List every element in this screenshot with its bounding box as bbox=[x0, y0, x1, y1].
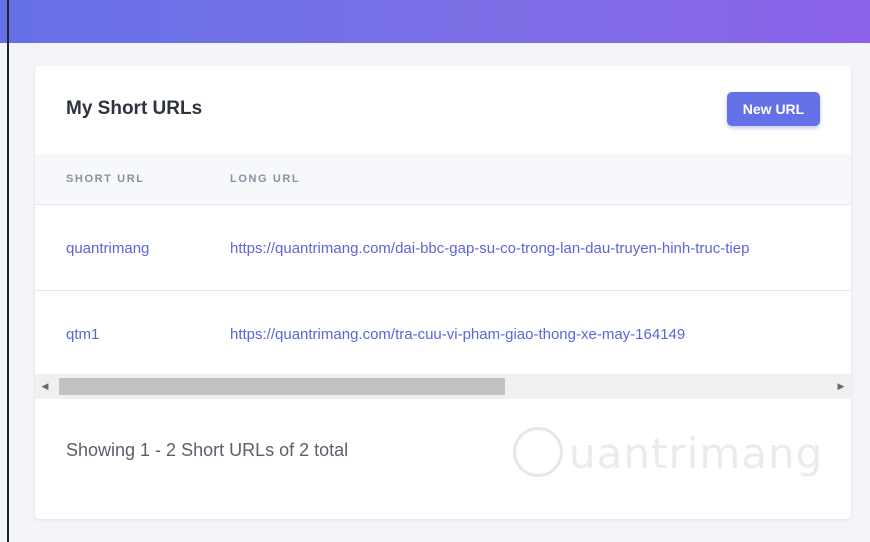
window-edge bbox=[7, 0, 9, 542]
card-header: My Short URLs New URL bbox=[35, 66, 851, 155]
watermark-logo: uantrimang bbox=[513, 421, 843, 491]
scrollbar-thumb[interactable] bbox=[59, 378, 505, 395]
watermark-lightbulb-icon bbox=[513, 427, 563, 477]
new-url-button[interactable]: New URL bbox=[727, 92, 820, 126]
pagination-summary: Showing 1 - 2 Short URLs of 2 total bbox=[66, 440, 349, 460]
short-url-link[interactable]: quantrimang bbox=[66, 240, 149, 257]
right-arrow-icon[interactable]: ▶ bbox=[833, 374, 849, 399]
left-arrow-icon[interactable]: ◀ bbox=[37, 374, 53, 399]
column-header-long-url: LONG URL bbox=[230, 173, 301, 185]
table-row: quantrimang https://quantrimang.com/dai-… bbox=[35, 205, 851, 291]
horizontal-scrollbar[interactable]: ◀ ▶ bbox=[35, 374, 851, 399]
short-url-link[interactable]: qtm1 bbox=[66, 326, 99, 343]
table-header: SHORT URL LONG URL bbox=[35, 154, 851, 205]
short-urls-card: My Short URLs New URL SHORT URL LONG URL… bbox=[35, 66, 851, 519]
urls-table: SHORT URL LONG URL quantrimang https://q… bbox=[35, 154, 851, 402]
table-row: qtm1 https://quantrimang.com/tra-cuu-vi-… bbox=[35, 291, 851, 377]
long-url-link[interactable]: https://quantrimang.com/dai-bbc-gap-su-c… bbox=[230, 240, 749, 257]
long-url-link[interactable]: https://quantrimang.com/tra-cuu-vi-pham-… bbox=[230, 326, 685, 343]
page-title: My Short URLs bbox=[66, 98, 203, 119]
column-header-short-url: SHORT URL bbox=[66, 173, 145, 185]
top-header-bar bbox=[0, 0, 870, 43]
watermark-text: uantrimang bbox=[569, 429, 824, 478]
